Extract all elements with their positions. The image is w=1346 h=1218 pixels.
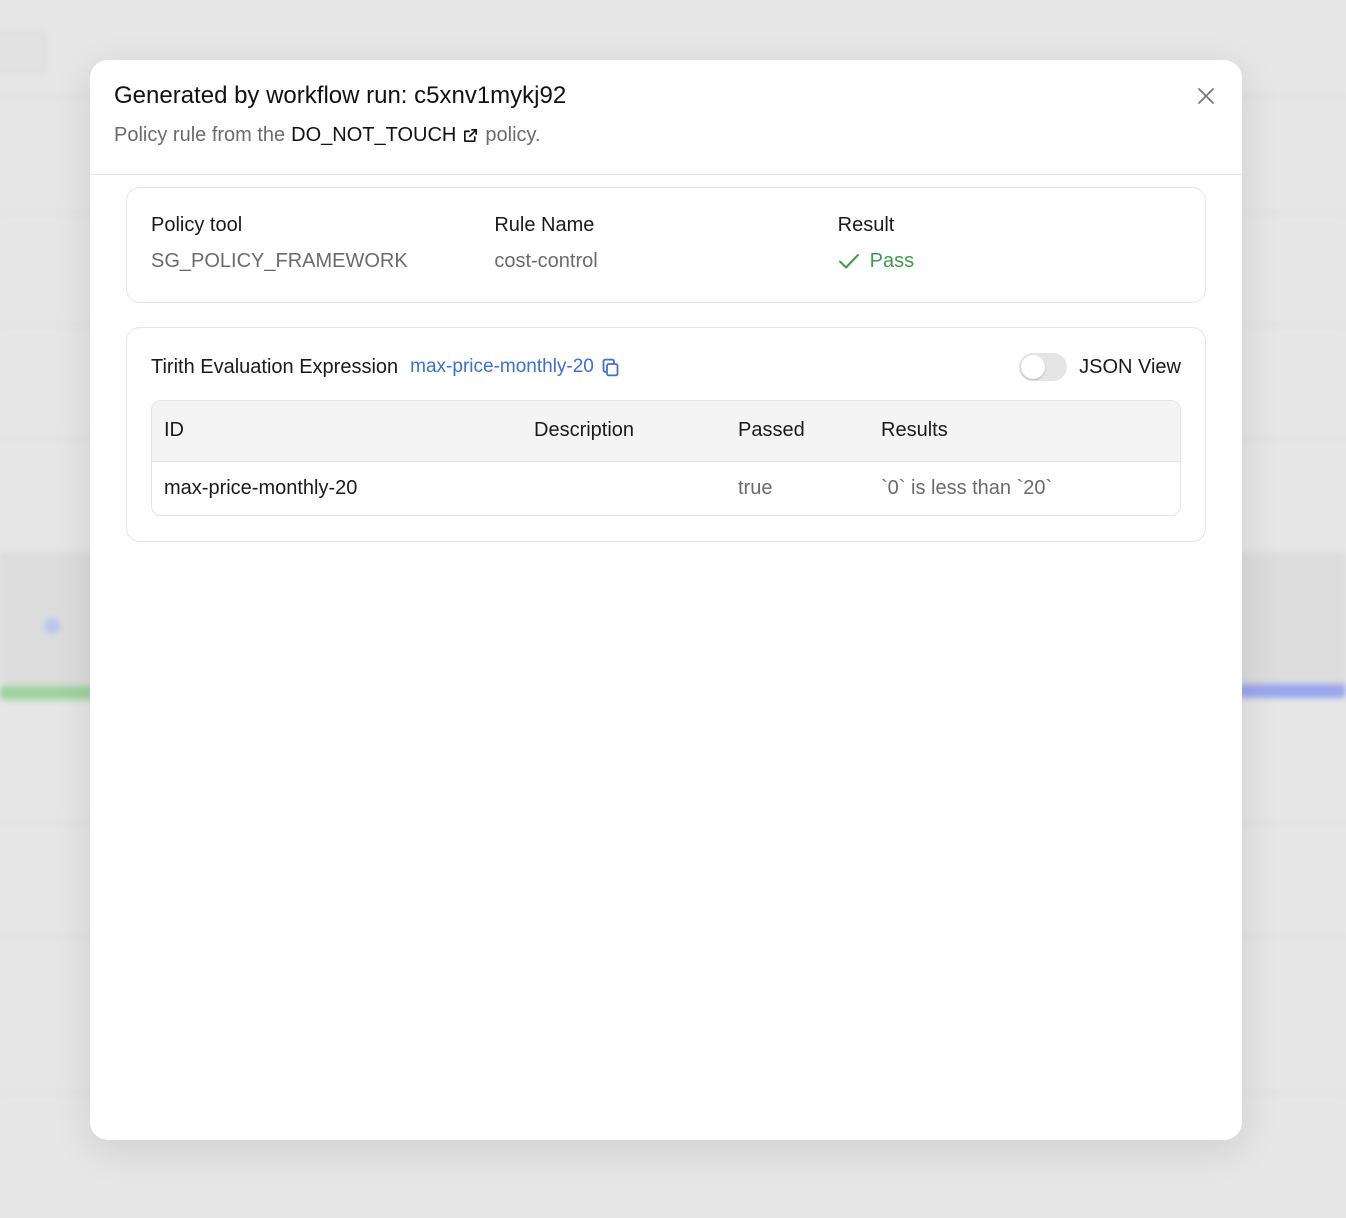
background-progress-bar — [0, 686, 100, 700]
expression-link[interactable]: max-price-monthly-20 — [410, 356, 621, 378]
column-header-description: Description — [534, 419, 635, 442]
cell-id: max-price-monthly-20 — [164, 476, 358, 499]
policy-name: DO_NOT_TOUCH — [291, 124, 457, 146]
expression-header: Tirith Evaluation Expression max-price-m… — [151, 352, 1181, 382]
column-header-id: ID — [164, 419, 184, 442]
json-view-toggle[interactable]: JSON View — [1019, 353, 1181, 381]
policy-tool-value: SG_POLICY_FRAMEWORK — [151, 250, 408, 272]
copy-button[interactable] — [600, 357, 621, 378]
rule-name-field: Rule Name cost-control — [494, 212, 837, 302]
background-dot — [44, 618, 60, 634]
policy-link[interactable]: DO_NOT_TOUCH — [291, 122, 479, 148]
modal-header: Generated by workflow run: c5xnv1mykj92 … — [90, 60, 1242, 175]
evaluation-expression-card: Tirith Evaluation Expression max-price-m… — [126, 327, 1206, 542]
cell-description — [534, 461, 738, 515]
external-link-icon — [464, 128, 478, 142]
check-icon — [838, 254, 859, 269]
rule-name-value: cost-control — [494, 250, 598, 272]
modal-title: Generated by workflow run: c5xnv1mykj92 — [114, 82, 567, 109]
result-value: Pass — [869, 250, 915, 272]
expression-label: Tirith Evaluation Expression — [151, 355, 399, 378]
table-header-row: ID Description Passed Results — [152, 401, 1180, 461]
result-status: Pass — [838, 248, 1181, 274]
close-button[interactable] — [1192, 82, 1220, 110]
copy-icon — [602, 358, 619, 376]
toggle-switch[interactable] — [1019, 353, 1068, 381]
modal-body: Policy tool SG_POLICY_FRAMEWORK Rule Nam… — [90, 175, 1242, 542]
rule-info-card: Policy tool SG_POLICY_FRAMEWORK Rule Nam… — [126, 187, 1206, 303]
cell-results: `0` is less than `20` — [881, 476, 1053, 499]
background-button — [0, 32, 46, 72]
column-header-results: Results — [881, 419, 948, 442]
results-table: ID Description Passed Results max-price-… — [151, 400, 1181, 516]
expression-id: max-price-monthly-20 — [410, 356, 594, 377]
background-progress-bar — [1238, 684, 1346, 698]
subtitle-prefix: Policy rule from the — [114, 124, 286, 146]
policy-tool-field: Policy tool SG_POLICY_FRAMEWORK — [151, 212, 494, 302]
table-row: max-price-monthly-20 true `0` is less th… — [152, 461, 1180, 515]
policy-tool-label: Policy tool — [151, 214, 243, 236]
result-label: Result — [837, 214, 895, 236]
close-icon — [1198, 88, 1214, 104]
cell-passed: true — [738, 476, 773, 499]
modal-subtitle: Policy rule from the DO_NOT_TOUCH policy… — [114, 122, 1218, 148]
result-field: Result Pass — [838, 212, 1181, 302]
json-view-label: JSON View — [1079, 355, 1181, 378]
rule-name-label: Rule Name — [494, 214, 595, 236]
policy-rule-modal: Generated by workflow run: c5xnv1mykj92 … — [90, 60, 1242, 1140]
subtitle-suffix: policy. — [485, 124, 541, 146]
column-header-passed: Passed — [738, 419, 805, 442]
toggle-knob — [1021, 355, 1046, 379]
